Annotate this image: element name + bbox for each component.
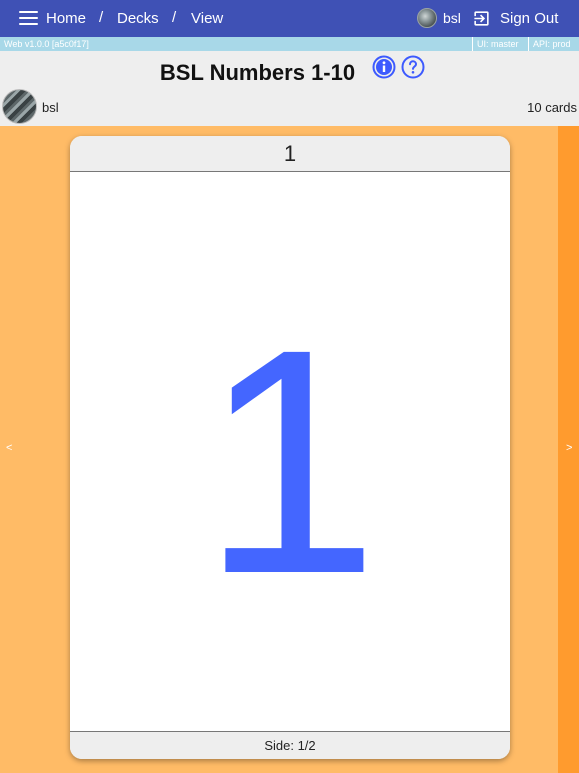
top-app-bar: Home / Decks / View bsl Sign Out [0,0,579,37]
web-version: Web v1.0.0 [a5c0f17] [4,39,89,49]
owner-avatar[interactable] [2,89,37,124]
deck-header: BSL Numbers 1-10 bsl 10 cards [0,51,579,126]
previous-card-button[interactable]: < [0,126,20,773]
sign-out-label[interactable]: Sign Out [500,10,558,27]
card-count: 10 cards [527,100,577,115]
deck-title: BSL Numbers 1-10 [159,60,356,85]
card-face-graphic: 1 [201,282,379,640]
breadcrumb-separator: / [99,9,104,26]
sign-out-button[interactable] [472,8,491,28]
sign-out-icon [474,10,489,26]
version-strip: Web v1.0.0 [a5c0f17] UI: master API: pro… [0,37,579,51]
breadcrumb-decks[interactable]: Decks [117,10,159,27]
next-card-button[interactable]: > [558,126,579,773]
card-face-number: 1 [201,282,379,640]
flashcard[interactable]: 1 1 Side: 1/2 [70,136,510,759]
next-arrow: > [566,442,573,454]
card-side-indicator: Side: 1/2 [70,731,510,759]
breadcrumb-separator: / [172,9,177,26]
user-avatar[interactable] [417,8,437,28]
breadcrumb-view: View [191,10,224,27]
menu-icon[interactable] [19,11,38,25]
user-name[interactable]: bsl [443,10,461,27]
help-icon[interactable] [401,55,425,79]
deck-title-row: BSL Numbers 1-10 [0,60,579,86]
info-icon[interactable] [372,55,396,79]
ui-version: UI: master [472,37,519,51]
card-face: 1 [70,172,510,731]
owner-name[interactable]: bsl [42,100,59,115]
previous-arrow: < [6,442,13,454]
card-header: 1 [70,136,510,172]
breadcrumb-home[interactable]: Home [46,10,86,27]
api-version: API: prod [528,37,571,51]
card-stage: < 1 1 Side: 1/2 > [0,126,579,773]
